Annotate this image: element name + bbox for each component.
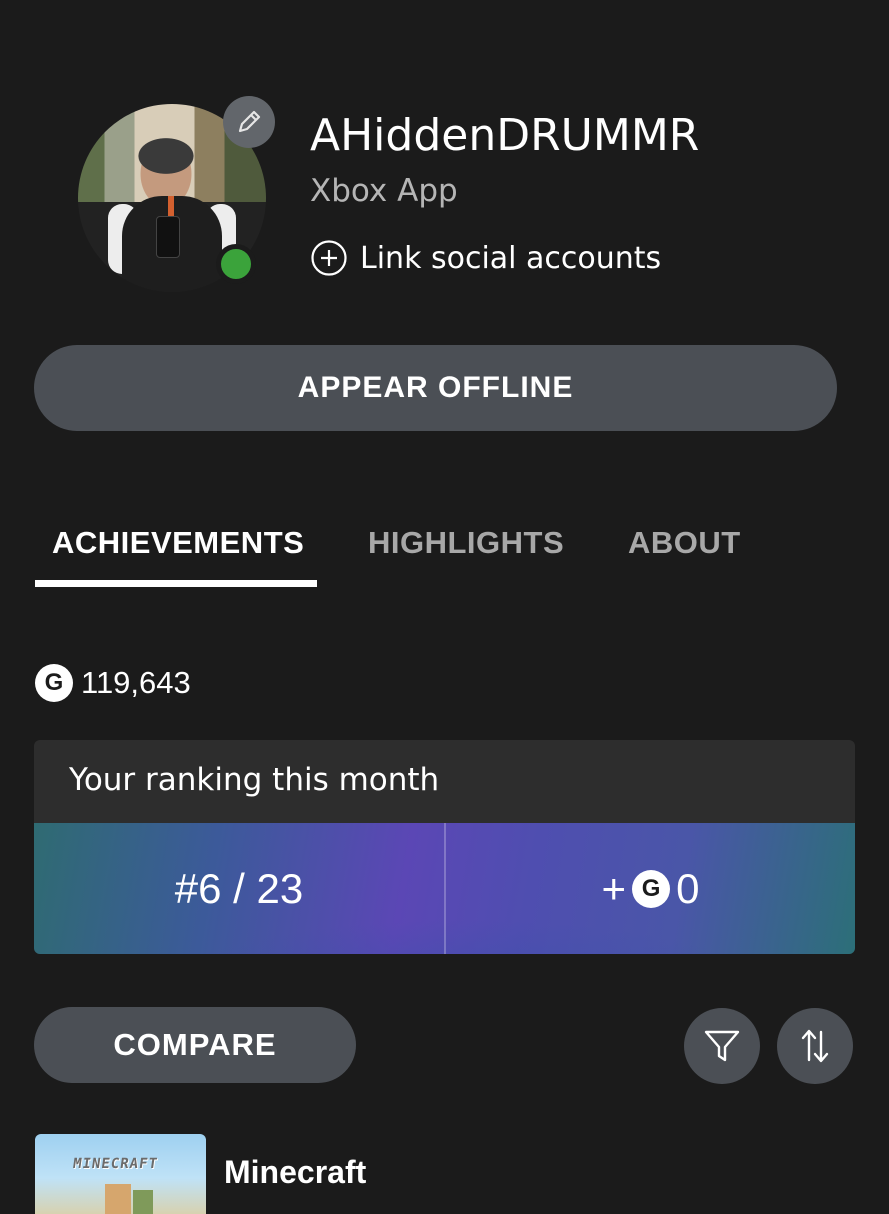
gamerscore-icon: G xyxy=(632,869,671,908)
sort-button[interactable] xyxy=(777,1008,853,1084)
selected-tab-indicator xyxy=(35,580,317,587)
tab-highlights[interactable]: HIGHLIGHTS xyxy=(368,518,564,568)
minecraft-logo: MINECRAFT xyxy=(71,1156,159,1172)
pencil-icon xyxy=(238,110,261,133)
ranking-title: Your ranking this month xyxy=(69,762,440,798)
ranking-gain: + G 0 xyxy=(446,823,855,954)
avatar-figure-phone xyxy=(156,216,180,258)
filter-button[interactable] xyxy=(684,1008,760,1084)
link-social-accounts-button[interactable]: Link social accounts xyxy=(310,232,661,284)
link-social-label: Link social accounts xyxy=(360,240,662,276)
gain-prefix: + xyxy=(601,864,627,912)
tab-about[interactable]: ABOUT xyxy=(628,518,741,568)
gamerscore: G 119,643 xyxy=(35,660,191,706)
sort-icon xyxy=(801,1029,829,1063)
edit-avatar-button[interactable] xyxy=(223,96,275,148)
gamertag: AHiddenDRUMMR xyxy=(310,110,700,161)
filter-icon xyxy=(704,1030,740,1062)
gamerscore-value: 119,643 xyxy=(81,665,191,700)
game-thumbnail[interactable]: MINECRAFT xyxy=(35,1134,206,1214)
monthly-ranking-card[interactable]: Your ranking this month #6 / 23 + G 0 xyxy=(34,740,855,954)
thumbnail-block xyxy=(133,1190,153,1214)
app-label: Xbox App xyxy=(310,173,458,209)
tab-achievements[interactable]: ACHIEVEMENTS xyxy=(52,518,304,568)
game-title[interactable]: Minecraft xyxy=(224,1154,366,1191)
ranking-banner: #6 / 23 + G 0 xyxy=(34,823,855,954)
compare-button[interactable]: COMPARE xyxy=(34,1007,356,1083)
appear-offline-button[interactable]: APPEAR OFFLINE xyxy=(34,345,837,431)
gain-value: 0 xyxy=(676,864,700,912)
online-status-indicator xyxy=(216,244,256,284)
gamerscore-icon: G xyxy=(35,664,73,702)
thumbnail-block xyxy=(105,1184,131,1214)
ranking-position: #6 / 23 xyxy=(174,864,304,912)
plus-circle-icon xyxy=(311,240,347,276)
